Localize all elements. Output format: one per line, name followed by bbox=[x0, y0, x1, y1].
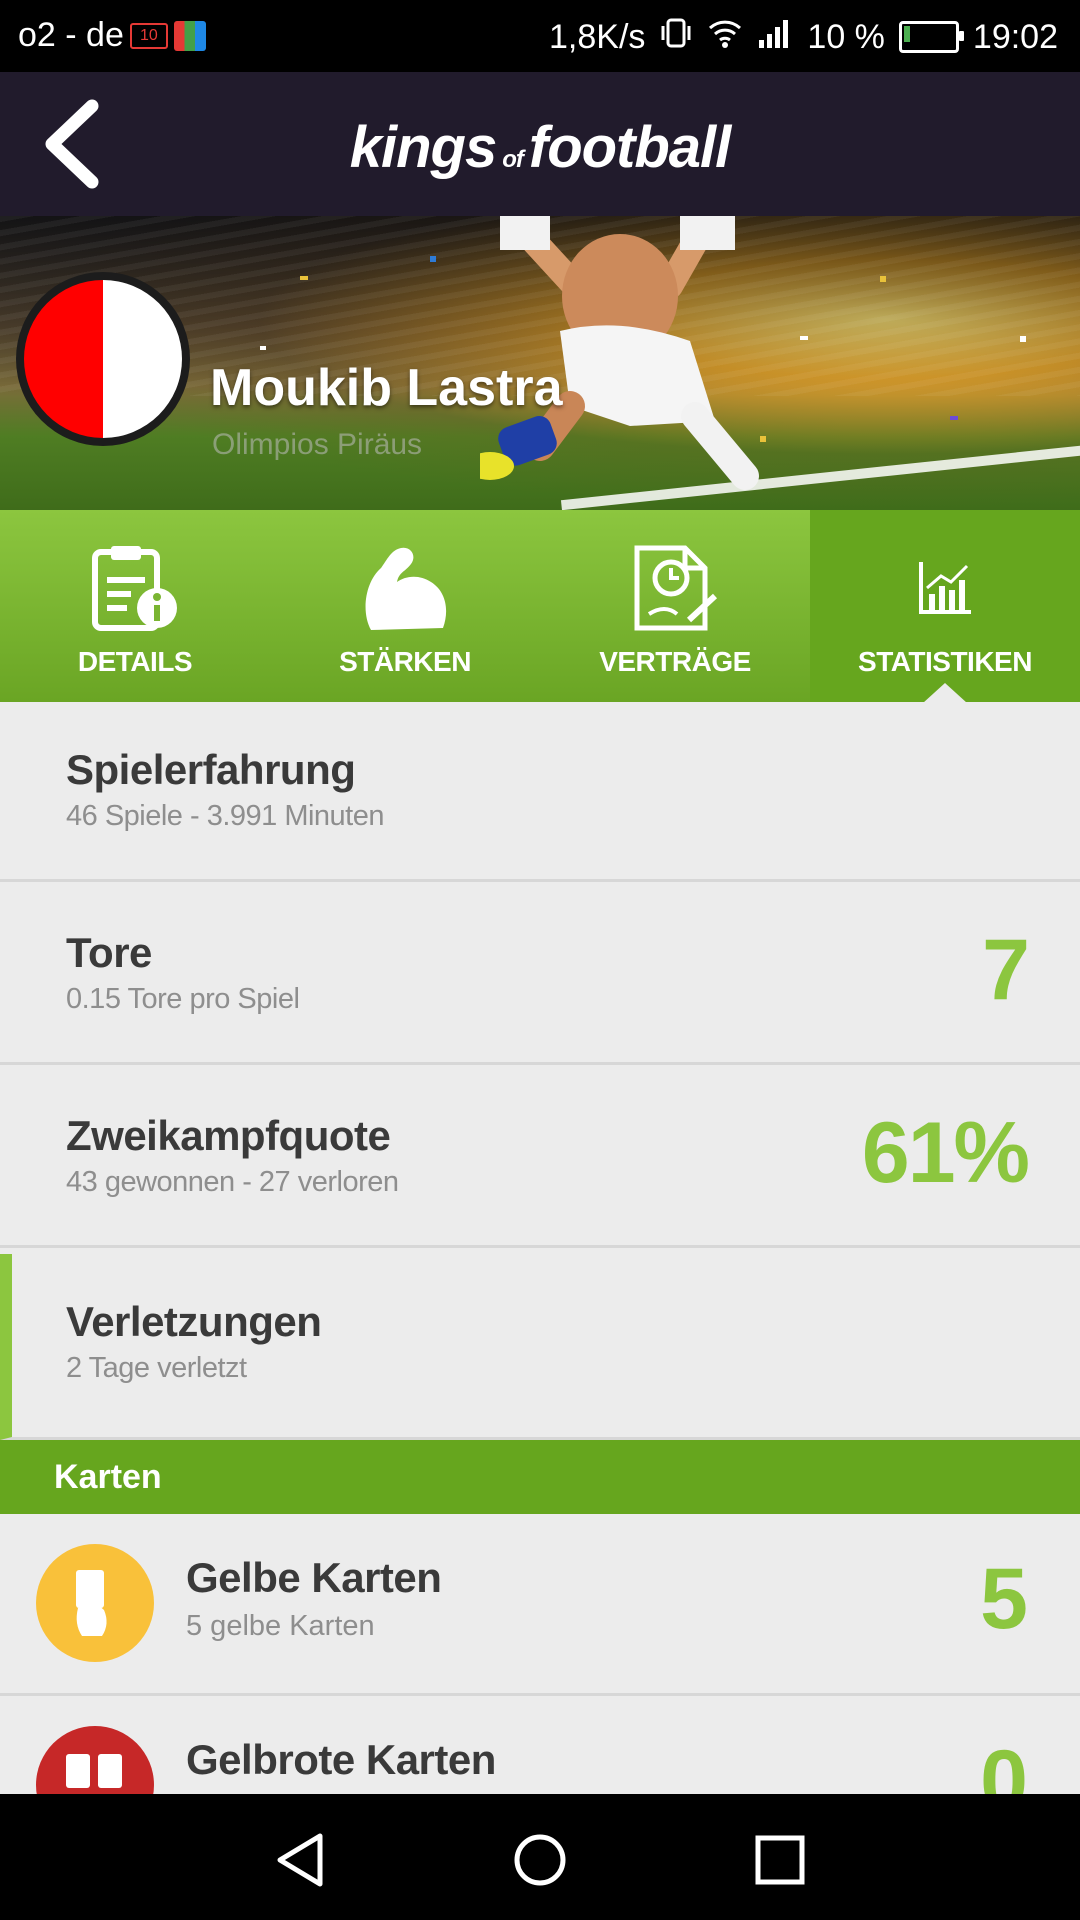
app-notification-icon bbox=[173, 20, 206, 51]
circle-home-icon bbox=[514, 1834, 566, 1886]
profile-tabs: DETAILS STÄRKEN VERTRÄGE STATISTIKEN bbox=[0, 510, 1080, 703]
status-bar: o2 - de 10 1,8K/s 10 % 19:02 bbox=[0, 0, 1080, 72]
signal-icon bbox=[757, 16, 793, 58]
section-header-karten: Karten bbox=[0, 1440, 1080, 1514]
player-club: Olimpios Piräus bbox=[212, 428, 423, 461]
bar-chart-icon bbox=[895, 540, 995, 636]
card-row-gelbe-karten: Gelbe Karten 5 gelbe Karten 5 bbox=[0, 1514, 1080, 1696]
app-logo: kings of football bbox=[349, 115, 732, 180]
system-nav-bar bbox=[0, 1794, 1080, 1920]
tab-statistiken-label: STATISTIKEN bbox=[858, 646, 1032, 677]
club-logo-avatar bbox=[16, 272, 190, 446]
stat-subtitle: 0.15 Tore pro Spiel bbox=[66, 983, 300, 1015]
stat-subtitle: 43 gewonnen - 27 verloren bbox=[66, 1166, 399, 1198]
carrier-label: o2 - de bbox=[18, 16, 124, 54]
square-recents-icon bbox=[755, 1835, 805, 1885]
stat-row-spielerfahrung: Spielerfahrung 46 Spiele - 3.991 Minuten bbox=[0, 702, 1080, 882]
active-tab-indicator bbox=[923, 683, 967, 703]
stat-subtitle: 2 Tage verletzt bbox=[66, 1352, 247, 1384]
vibrate-icon bbox=[659, 16, 693, 58]
clock: 19:02 bbox=[972, 17, 1058, 56]
tab-details[interactable]: DETAILS bbox=[0, 510, 270, 702]
nav-recents-button[interactable] bbox=[750, 1832, 810, 1888]
tab-vertraege-label: VERTRÄGE bbox=[599, 646, 751, 677]
muscle-icon bbox=[355, 540, 455, 636]
card-subtitle: 5 gelbe Karten bbox=[186, 1610, 375, 1642]
stat-title: Tore bbox=[66, 929, 152, 976]
stat-value: 61% bbox=[861, 1105, 1030, 1201]
wifi-icon bbox=[707, 16, 743, 58]
stat-title: Zweikampfquote bbox=[66, 1112, 391, 1159]
battery-icon bbox=[898, 21, 964, 53]
stat-row-verletzungen: Verletzungen 2 Tage verletzt bbox=[0, 1254, 1080, 1440]
stat-subtitle: 46 Spiele - 3.991 Minuten bbox=[66, 800, 385, 832]
tab-statistiken[interactable]: STATISTIKEN bbox=[810, 510, 1080, 703]
player-name: Moukib Lastra bbox=[210, 359, 563, 417]
tab-staerken-label: STÄRKEN bbox=[339, 646, 471, 677]
clipboard-info-icon bbox=[85, 540, 185, 636]
card-value: 5 bbox=[980, 1551, 1028, 1647]
stat-row-tore: Tore 0.15 Tore pro Spiel 7 bbox=[0, 885, 1080, 1065]
triangle-back-icon bbox=[277, 1833, 323, 1887]
section-title: Karten bbox=[54, 1458, 162, 1496]
card-title: Gelbrote Karten bbox=[186, 1736, 496, 1783]
contract-clock-icon bbox=[625, 540, 725, 636]
stat-title: Spielerfahrung bbox=[66, 746, 356, 793]
card-title: Gelbe Karten bbox=[186, 1554, 442, 1601]
notification-badge-icon: 10 bbox=[129, 22, 168, 49]
battery-percent: 10 % bbox=[807, 17, 885, 56]
stat-value: 7 bbox=[982, 922, 1030, 1018]
stat-row-zweikampfquote: Zweikampfquote 43 gewonnen - 27 verloren… bbox=[0, 1068, 1080, 1248]
yellow-card-icon bbox=[36, 1544, 154, 1662]
tab-staerken[interactable]: STÄRKEN bbox=[270, 510, 540, 702]
nav-back-button[interactable] bbox=[270, 1832, 330, 1888]
stat-title: Verletzungen bbox=[66, 1298, 322, 1345]
app-bar: kings of football bbox=[0, 72, 1080, 216]
network-speed: 1,8K/s bbox=[549, 17, 646, 56]
tab-details-label: DETAILS bbox=[77, 646, 193, 677]
tab-vertraege[interactable]: VERTRÄGE bbox=[540, 510, 810, 702]
nav-home-button[interactable] bbox=[510, 1832, 570, 1888]
